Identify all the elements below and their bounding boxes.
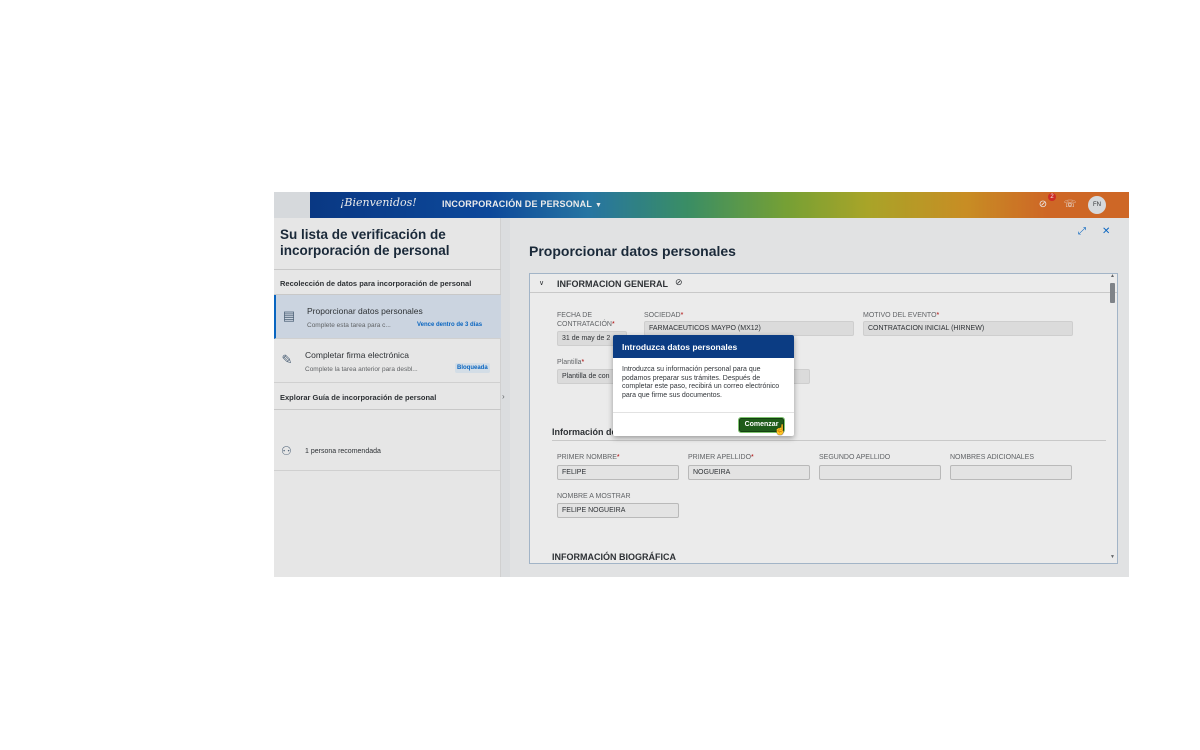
personal-data-dialog: Introduzca datos personales Introduzca s… [613, 335, 794, 436]
dialog-body: Introduzca su información personal para … [622, 366, 780, 399]
dialog-title: Introduzca datos personales [613, 335, 794, 358]
dialog-footer: Comenzar [613, 412, 794, 436]
mouse-pointer-icon: ☝ [774, 425, 787, 436]
onboarding-app: ¡Bienvenidos! INCORPORACIÓN DE PERSONAL ▼… [274, 192, 1129, 577]
